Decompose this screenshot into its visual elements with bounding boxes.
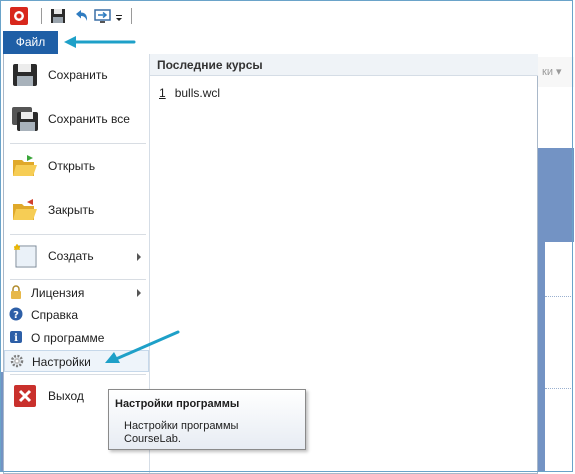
window-border: [0, 0, 573, 472]
